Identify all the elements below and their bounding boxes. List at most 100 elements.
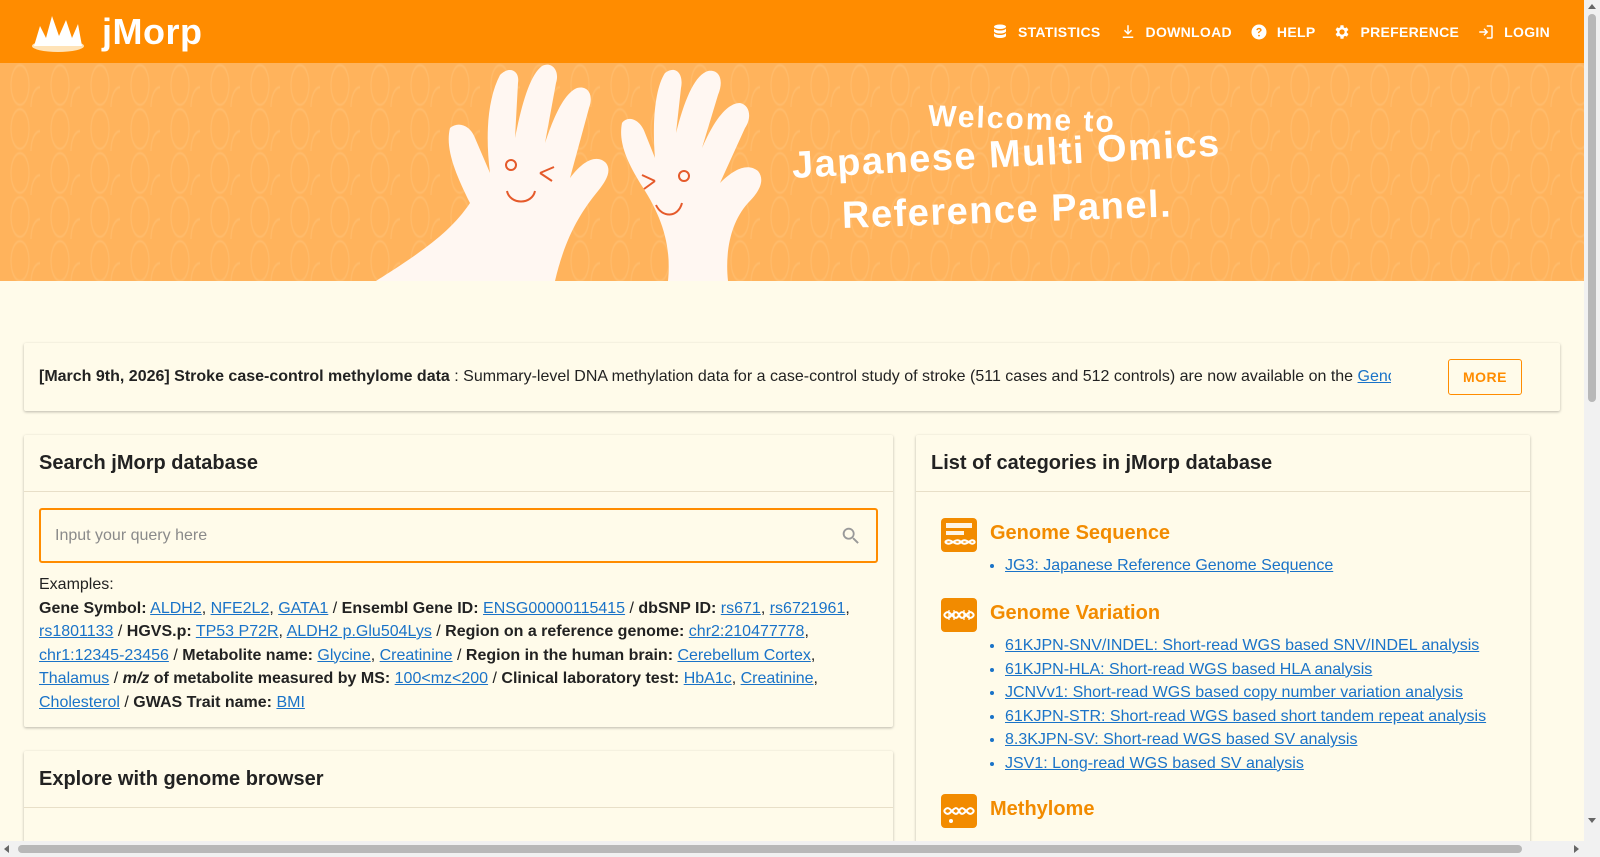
example-label-hgvs: HGVS.p: (126, 623, 192, 640)
explore-card-title: Explore with genome browser (24, 751, 893, 808)
news-card: [March 9th, 2026] Stroke case-control me… (24, 343, 1560, 411)
nav-download[interactable]: DOWNLOAD (1119, 23, 1232, 41)
example-link[interactable]: Creatinine (741, 670, 814, 687)
example-link[interactable]: GATA1 (278, 600, 328, 617)
horizontal-scroll-thumb[interactable] (18, 845, 1522, 853)
scroll-right-icon[interactable] (1574, 845, 1579, 853)
category-link[interactable]: JG3: Japanese Reference Genome Sequence (1005, 557, 1333, 574)
hero-banner: Welcome to Japanese Multi Omics Referenc… (0, 63, 1584, 281)
categories-card-title: List of categories in jMorp database (916, 435, 1530, 492)
example-link[interactable]: chr2:210477778 (689, 623, 805, 640)
category-link[interactable]: JCNVv1: Short-read WGS based copy number… (1005, 684, 1463, 701)
more-button[interactable]: MORE (1448, 359, 1522, 395)
category-link[interactable]: 61KJPN-SNV/INDEL: Short-read WGS based S… (1005, 637, 1479, 654)
vertical-scroll-thumb[interactable] (1588, 14, 1596, 402)
category-list: 61KJPN-SNV/INDEL: Short-read WGS based S… (1005, 634, 1486, 775)
example-link[interactable]: rs6721961 (770, 600, 846, 617)
example-label-ensembl: Ensembl Gene ID: (341, 599, 479, 617)
horizontal-scrollbar[interactable] (0, 841, 1584, 857)
dna-icon (941, 598, 977, 632)
list-item: JG3: Japanese Reference Genome Sequence (1005, 554, 1333, 578)
example-label-gene-symbol: Gene Symbol: (39, 599, 147, 617)
example-link[interactable]: Thalamus (39, 670, 109, 687)
search-card-title: Search jMorp database (24, 435, 893, 492)
example-link[interactable]: Cholesterol (39, 694, 120, 711)
example-link[interactable]: ALDH2 p.Glu504Lys (287, 623, 432, 640)
vertical-scrollbar[interactable] (1584, 0, 1600, 857)
list-item: 61KJPN-STR: Short-read WGS based short t… (1005, 705, 1486, 729)
list-item: JSV1: Long-read WGS based SV analysis (1005, 752, 1486, 776)
news-headline: Stroke case-control methylome data (174, 368, 450, 385)
nav-help[interactable]: HELP (1250, 23, 1316, 41)
example-label-dbsnp: dbSNP ID: (638, 599, 717, 617)
nav-download-label: DOWNLOAD (1145, 23, 1232, 40)
example-link[interactable]: rs1801133 (39, 623, 113, 640)
example-link[interactable]: chr1:12345-23456 (39, 647, 169, 664)
categories-card: List of categories in jMorp database Gen… (916, 435, 1530, 857)
example-link[interactable]: Glycine (317, 647, 370, 664)
genome-sequence-icon (941, 518, 977, 552)
logo-icon (32, 15, 84, 52)
example-link[interactable]: Cerebellum Cortex (677, 647, 810, 664)
methylome-icon (941, 794, 977, 828)
search-examples: Examples: Gene Symbol: ALDH2, NFE2L2, GA… (39, 573, 884, 714)
download-icon (1122, 24, 1133, 38)
top-app-bar: jMorp STATISTICS DOWNLOAD HELP PREFERENC… (0, 0, 1584, 63)
category-title[interactable]: Genome Sequence (990, 522, 1170, 545)
category-link[interactable]: 8.3KJPN-SV: Short-read WGS based SV anal… (1005, 731, 1357, 748)
nav-preference[interactable]: PREFERENCE (1333, 23, 1459, 41)
category-link[interactable]: 61KJPN-HLA: Short-read WGS based HLA ana… (1005, 661, 1372, 678)
news-body: : Summary-level DNA methylation data for… (449, 368, 1358, 385)
example-link[interactable]: rs671 (721, 600, 761, 617)
example-link[interactable]: ENSG00000115415 (483, 600, 625, 617)
gear-icon (1336, 24, 1349, 39)
nav-statistics[interactable]: STATISTICS (991, 23, 1101, 41)
list-item: JCNVv1: Short-read WGS based copy number… (1005, 681, 1486, 705)
example-link[interactable]: ALDH2 (150, 600, 202, 617)
example-label-mz: m/z of metabolite measured by MS: (123, 670, 391, 687)
list-item: 61KJPN-HLA: Short-read WGS based HLA ana… (1005, 658, 1486, 682)
scroll-up-icon[interactable] (1588, 4, 1596, 9)
search-icon[interactable] (840, 525, 862, 547)
mz-label-rest: of metabolite measured by MS: (149, 670, 391, 687)
top-nav: STATISTICS DOWNLOAD HELP PREFERENCE LOGI… (973, 23, 1550, 41)
example-label-brain: Region in the human brain: (465, 646, 674, 664)
search-box (39, 508, 878, 563)
news-link[interactable]: Genome (1358, 368, 1391, 385)
example-link[interactable]: Creatinine (380, 647, 453, 664)
login-icon (1479, 24, 1493, 39)
nav-login-label: LOGIN (1504, 23, 1550, 40)
example-label-metabolite: Metabolite name: (182, 646, 313, 664)
example-link[interactable]: 100<mz<200 (395, 670, 488, 687)
list-item: 61KJPN-SNV/INDEL: Short-read WGS based S… (1005, 634, 1486, 658)
examples-list: Gene Symbol: ALDH2, NFE2L2, GATA1 / Ense… (39, 599, 850, 711)
example-link[interactable]: BMI (276, 694, 304, 711)
example-link[interactable]: HbA1c (684, 670, 732, 687)
news-date: [March 9th, 2026] (39, 368, 170, 385)
category-list: JG3: Japanese Reference Genome Sequence (1005, 554, 1333, 578)
news-text: [March 9th, 2026] Stroke case-control me… (39, 368, 1391, 386)
app-title: jMorp (102, 10, 203, 52)
category-title[interactable]: Methylome (990, 798, 1094, 821)
search-input[interactable] (55, 526, 840, 545)
list-item: 8.3KJPN-SV: Short-read WGS based SV anal… (1005, 728, 1486, 752)
mz-italic: m/z (122, 670, 150, 687)
scroll-left-icon[interactable] (4, 845, 9, 853)
examples-label: Examples: (39, 576, 114, 593)
database-icon (993, 24, 1006, 38)
help-icon (1251, 24, 1267, 39)
example-label-gwas: GWAS Trait name: (133, 693, 272, 711)
nav-preference-label: PREFERENCE (1360, 23, 1460, 40)
logo[interactable]: jMorp (30, 11, 202, 53)
example-label-clinical: Clinical laboratory test: (501, 670, 680, 687)
nav-statistics-label: STATISTICS (1017, 23, 1101, 40)
category-title[interactable]: Genome Variation (990, 602, 1160, 625)
category-link[interactable]: JSV1: Long-read WGS based SV analysis (1005, 755, 1304, 772)
nav-login[interactable]: LOGIN (1477, 23, 1550, 41)
scroll-down-icon[interactable] (1588, 818, 1596, 823)
example-label-region: Region on a reference genome: (445, 623, 685, 640)
example-link[interactable]: NFE2L2 (211, 600, 270, 617)
category-link[interactable]: 61KJPN-STR: Short-read WGS based short t… (1005, 708, 1486, 725)
example-link[interactable]: TP53 P72R (196, 623, 279, 640)
search-card: Search jMorp database Examples: Gene Sym… (24, 435, 893, 727)
